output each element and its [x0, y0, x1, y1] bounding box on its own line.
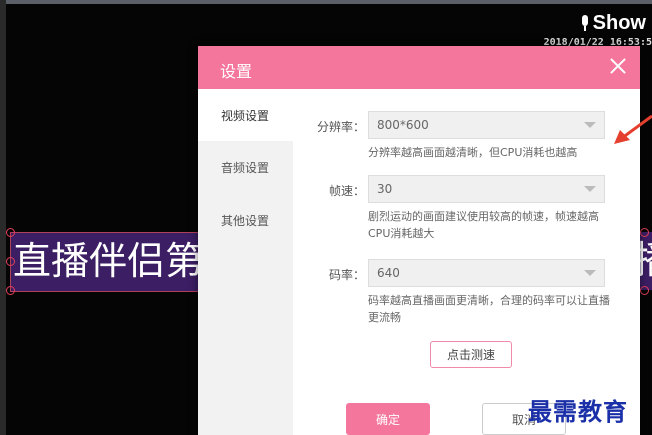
- settings-sidebar: 视频设置 音频设置 其他设置: [198, 89, 293, 435]
- text-overlay-layer[interactable]: 直播伴侣第: [10, 232, 202, 292]
- resolution-label: 分辨率：: [316, 120, 365, 134]
- resize-handle-middle-left[interactable]: [6, 257, 15, 266]
- speed-test-button[interactable]: 点击测速: [430, 341, 512, 368]
- chevron-down-icon: [584, 186, 596, 192]
- close-icon[interactable]: [608, 56, 628, 76]
- window-top-border: [0, 0, 652, 4]
- framerate-hint: 剧烈运动的画面建议使用较高的帧速，帧速越高CPU消耗越大: [368, 210, 599, 240]
- bitrate-select[interactable]: 640: [368, 259, 605, 287]
- show-indicator: Show: [579, 12, 646, 35]
- show-label: Show: [592, 12, 646, 34]
- window-left-border: [0, 0, 6, 435]
- resolution-select[interactable]: 800*600: [368, 111, 605, 139]
- chevron-down-icon: [584, 270, 596, 276]
- microphone-icon: [579, 14, 591, 33]
- sidebar-item-label: 音频设置: [221, 160, 270, 175]
- dialog-title: 设置: [220, 62, 253, 81]
- dialog-header: 设置: [198, 46, 640, 89]
- sidebar-item-other-settings[interactable]: 其他设置: [198, 193, 293, 435]
- sidebar-item-audio-settings[interactable]: 音频设置: [198, 141, 293, 193]
- settings-dialog: 设置 视频设置 音频设置 其他设置 分辨率： 800*600 分辨率越高画面越清…: [198, 46, 640, 435]
- app-window: Show 2018/01/22 16:53:5 直播伴侣第 播 设置 视频设置 …: [0, 0, 652, 435]
- ok-button[interactable]: 确定: [346, 403, 430, 435]
- chevron-down-icon: [584, 122, 596, 128]
- video-settings-panel: 分辨率： 800*600 分辨率越高画面越清晰，但CPU消耗也越高 帧速： 30…: [293, 89, 640, 435]
- resolution-value: 800*600: [377, 118, 429, 132]
- resize-handle-bottom-right[interactable]: [640, 286, 649, 295]
- resolution-hint: 分辨率越高画面越清晰，但CPU消耗也越高: [368, 146, 578, 159]
- resize-handle-top-right[interactable]: [640, 228, 649, 237]
- watermark-logo: 最需教育: [528, 397, 628, 426]
- annotation-arrow-icon: [614, 114, 652, 144]
- bitrate-hint: 码率越高直播画面更清晰，合理的码率可以让直播更流畅: [368, 294, 610, 324]
- sidebar-item-label: 其他设置: [221, 214, 270, 228]
- framerate-label: 帧速：: [328, 184, 365, 198]
- resize-handle-top-left[interactable]: [6, 228, 15, 237]
- bitrate-label: 码率：: [328, 268, 365, 282]
- resize-handle-bottom-left[interactable]: [6, 286, 15, 295]
- framerate-select[interactable]: 30: [368, 175, 605, 203]
- sidebar-item-video-settings[interactable]: 视频设置: [198, 89, 293, 141]
- framerate-value: 30: [377, 182, 393, 196]
- text-overlay-right-content: 播: [640, 238, 652, 282]
- text-overlay-right-part: 播: [640, 232, 652, 290]
- text-overlay-content: 直播伴侣第: [13, 239, 202, 283]
- sidebar-item-label: 视频设置: [221, 108, 270, 123]
- bitrate-value: 640: [377, 266, 400, 280]
